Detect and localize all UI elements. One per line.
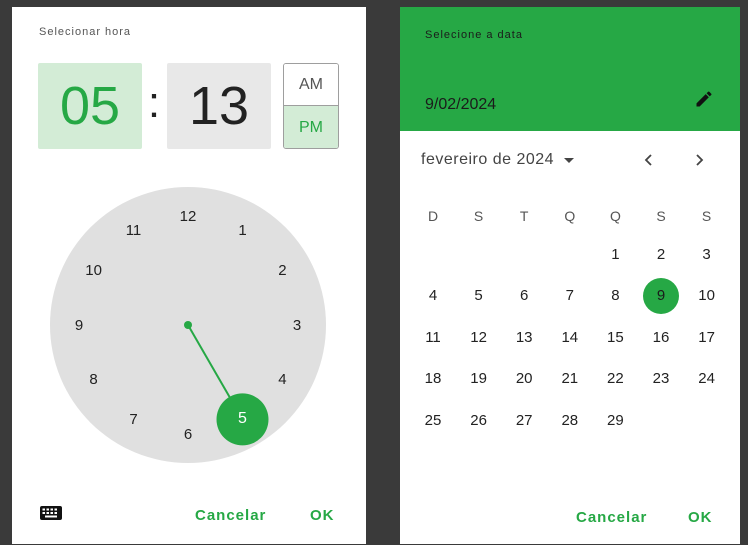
calendar-day-26[interactable]: 26 — [461, 402, 497, 438]
time-picker-dialog: Selecionar hora 05 : 13 AM PM 12 1 2 3 4 5 6 7 8… — [12, 7, 366, 544]
date-picker-dialog: Selecione a data 9/02/2024 fevereiro de … — [400, 7, 740, 544]
clock-dial[interactable]: 12 1 2 3 4 5 6 7 8 9 10 11 — [50, 187, 326, 463]
calendar-day-28[interactable]: 28 — [552, 402, 588, 438]
clock-number-3[interactable]: 3 — [285, 313, 309, 337]
minute-field[interactable]: 13 — [167, 63, 271, 149]
calendar-day-7[interactable]: 7 — [552, 278, 588, 314]
clock-number-1[interactable]: 1 — [231, 219, 255, 243]
calendar-day-16[interactable]: 16 — [643, 319, 679, 355]
calendar-day-20[interactable]: 20 — [506, 361, 542, 397]
calendar-day-3[interactable]: 3 — [689, 236, 725, 272]
weekday-header: T — [519, 208, 529, 224]
calendar-day-4[interactable]: 4 — [415, 278, 451, 314]
calendar-day-8[interactable]: 8 — [597, 278, 633, 314]
clock-number-2[interactable]: 2 — [270, 259, 294, 283]
calendar-day-21[interactable]: 21 — [552, 361, 588, 397]
clock-number-4[interactable]: 4 — [270, 368, 294, 392]
calendar-day-19[interactable]: 19 — [461, 361, 497, 397]
calendar-day-22[interactable]: 22 — [597, 361, 633, 397]
calendar-day-29[interactable]: 29 — [597, 402, 633, 438]
edit-icon[interactable] — [694, 89, 714, 109]
time-separator: : — [147, 78, 161, 127]
calendar-day-9[interactable]: 9 — [643, 277, 679, 314]
weekday-header: S — [656, 208, 666, 224]
calendar-day-11[interactable]: 11 — [415, 319, 451, 355]
calendar-day-17[interactable]: 17 — [689, 319, 725, 355]
clock-number-6[interactable]: 6 — [176, 422, 200, 446]
calendar-day-15[interactable]: 15 — [597, 319, 633, 355]
calendar-day-1[interactable]: 1 — [597, 236, 633, 272]
time-cancel-button[interactable]: Cancelar — [195, 507, 266, 524]
chevron-left-icon[interactable] — [641, 152, 657, 168]
clock-number-5[interactable]: 5 — [231, 407, 255, 431]
month-year-dropdown[interactable]: fevereiro de 2024 — [421, 151, 575, 169]
calendar-day-24[interactable]: 24 — [689, 361, 725, 397]
date-picker-header: Selecione a data 9/02/2024 — [400, 7, 740, 131]
clock-number-7[interactable]: 7 — [122, 407, 146, 431]
calendar-day-10[interactable]: 10 — [689, 278, 725, 314]
period-selector: AM PM — [283, 63, 339, 149]
clock-number-11[interactable]: 11 — [122, 219, 146, 243]
hour-field[interactable]: 05 — [38, 63, 142, 149]
calendar-day-13[interactable]: 13 — [506, 319, 542, 355]
am-toggle[interactable]: AM — [284, 64, 338, 106]
clock-number-9[interactable]: 9 — [67, 313, 91, 337]
date-picker-title: Selecione a data — [425, 29, 523, 41]
weekday-header: S — [473, 208, 484, 224]
calendar-day-25[interactable]: 25 — [415, 402, 451, 438]
calendar-day-12[interactable]: 12 — [461, 319, 497, 355]
calendar-day-5[interactable]: 5 — [461, 278, 497, 314]
calendar-day-27[interactable]: 27 — [506, 402, 542, 438]
clock-number-12[interactable]: 12 — [176, 204, 200, 228]
clock-number-8[interactable]: 8 — [82, 368, 106, 392]
time-ok-button[interactable]: OK — [310, 507, 335, 524]
calendar-day-23[interactable]: 23 — [643, 361, 679, 397]
dropdown-arrow-icon — [564, 157, 575, 163]
weekday-header: D — [427, 208, 439, 224]
calendar-day-18[interactable]: 18 — [415, 361, 451, 397]
month-year-label: fevereiro de 2024 — [421, 151, 555, 168]
clock-number-10[interactable]: 10 — [82, 259, 106, 283]
clock-center-dot — [184, 321, 192, 329]
weekday-header: S — [701, 208, 712, 224]
weekday-header: Q — [564, 208, 576, 224]
selected-date-display: 9/02/2024 — [425, 96, 497, 113]
date-ok-button[interactable]: OK — [688, 509, 713, 526]
calendar-day-14[interactable]: 14 — [552, 319, 588, 355]
pm-toggle[interactable]: PM — [284, 106, 338, 148]
chevron-right-icon[interactable] — [691, 152, 707, 168]
weekday-header: Q — [609, 208, 621, 224]
time-picker-title: Selecionar hora — [39, 26, 132, 38]
calendar-day-6[interactable]: 6 — [506, 278, 542, 314]
keyboard-icon[interactable] — [40, 506, 62, 522]
calendar-day-2[interactable]: 2 — [643, 236, 679, 272]
date-cancel-button[interactable]: Cancelar — [576, 509, 647, 526]
